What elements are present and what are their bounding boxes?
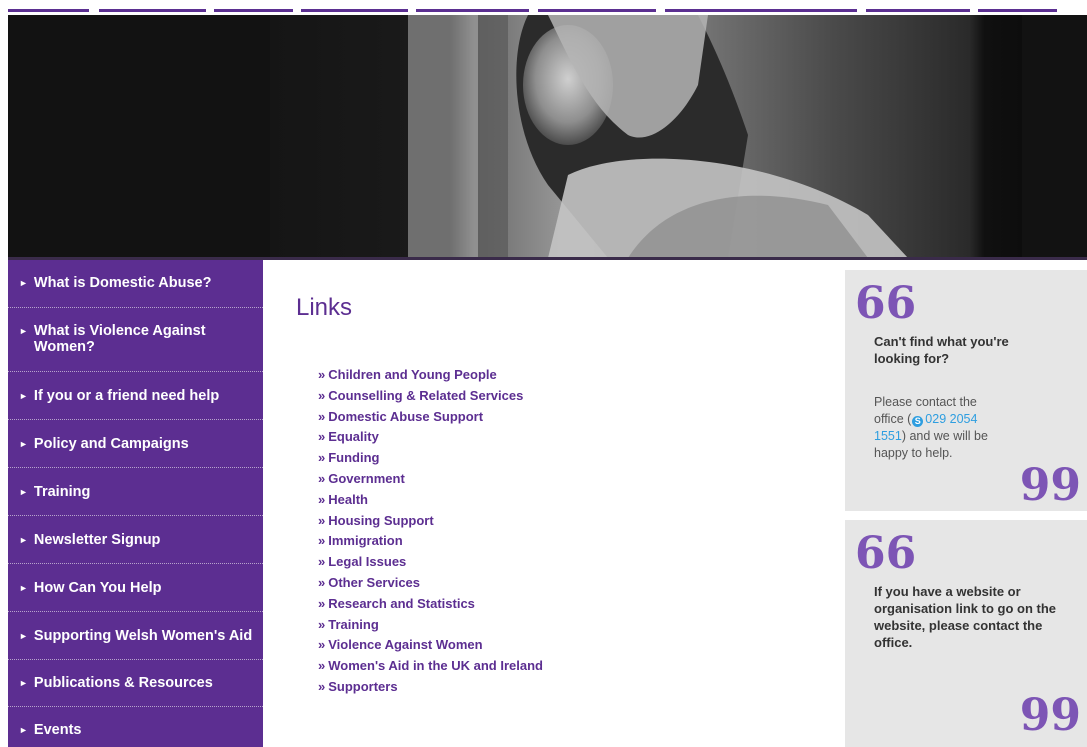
raquo-icon: » [318, 387, 326, 403]
top-nav [0, 0, 1087, 14]
quote-body: Please contact the office (S 029 2054 155… [874, 395, 988, 460]
link-item[interactable]: » Supporters [318, 677, 543, 698]
triangle-right-icon: ► [19, 487, 28, 497]
link-item[interactable]: » Counselling & Related Services [318, 386, 543, 407]
link-item[interactable]: » Housing Support [318, 511, 543, 532]
sidebar-item-policy-campaigns[interactable]: ► Policy and Campaigns [8, 420, 263, 468]
nav-tab[interactable] [538, 0, 656, 12]
skype-icon: S [912, 416, 924, 427]
website-link-quote-box: 66 If you have a website or organisation… [845, 520, 1087, 747]
sidebar-nav: ► What is Domestic Abuse? ► What is Violen… [8, 260, 263, 747]
hero-banner-image [8, 15, 1087, 258]
sidebar-item-how-can-you-help[interactable]: ► How Can You Help [8, 564, 263, 612]
link-item[interactable]: » Research and Statistics [318, 594, 543, 615]
close-quote-icon: 99 [1019, 460, 1081, 511]
raquo-icon: » [318, 658, 326, 674]
raquo-icon: » [318, 554, 326, 570]
link-label: Funding [328, 450, 380, 466]
triangle-right-icon: ► [19, 631, 28, 641]
nav-tab[interactable] [866, 0, 970, 12]
raquo-icon: » [318, 616, 326, 632]
links-list: » Children and Young People» Counselling &… [318, 365, 543, 698]
link-item[interactable]: » Equality [318, 427, 543, 448]
link-label: Legal Issues [328, 554, 407, 570]
quote-heading: If you have a website or organisation li… [874, 584, 1056, 650]
link-label: Research and Statistics [328, 595, 475, 611]
link-item[interactable]: » Health [318, 490, 543, 511]
raquo-icon: » [318, 574, 326, 590]
triangle-right-icon: ► [19, 391, 28, 401]
raquo-icon: » [318, 491, 326, 507]
quote-heading: Can't find what you're looking for? [874, 334, 1009, 366]
raquo-icon: » [318, 533, 326, 549]
raquo-icon: » [318, 470, 326, 486]
link-label: Government [328, 470, 405, 486]
triangle-right-icon: ► [19, 278, 28, 288]
link-label: Violence Against Women [328, 637, 483, 653]
nav-tab[interactable] [8, 0, 89, 12]
link-label: Training [328, 616, 379, 632]
link-label: Counselling & Related Services [328, 387, 524, 403]
link-item[interactable]: » Legal Issues [318, 552, 543, 573]
triangle-right-icon: ► [19, 326, 28, 336]
link-label: Health [328, 491, 368, 507]
raquo-icon: » [318, 512, 326, 528]
nav-tab[interactable] [416, 0, 529, 12]
nav-tab[interactable] [301, 0, 408, 12]
sidebar-item-publications[interactable]: ► Publications & Resources [8, 660, 263, 707]
link-item[interactable]: » Training [318, 615, 543, 636]
sidebar-item-events[interactable]: ► Events [8, 707, 263, 747]
triangle-right-icon: ► [19, 439, 28, 449]
sidebar-item-supporting-wwa[interactable]: ► Supporting Welsh Women's Aid [8, 612, 263, 660]
raquo-icon: » [318, 678, 326, 694]
link-item[interactable]: » Women's Aid in the UK and Ireland [318, 656, 543, 677]
raquo-icon: » [318, 637, 326, 653]
help-quote-box: 66 Can't find what you're looking for? P… [845, 270, 1087, 511]
open-quote-icon: 66 [855, 278, 917, 329]
link-label: Children and Young People [328, 367, 497, 382]
open-quote-icon: 66 [855, 528, 917, 579]
triangle-right-icon: ► [19, 583, 28, 593]
raquo-icon: » [318, 595, 326, 611]
link-item[interactable]: » Immigration [318, 531, 543, 552]
page-title: Links [296, 294, 353, 321]
raquo-icon: » [318, 408, 326, 424]
link-item[interactable]: » Funding [318, 448, 543, 469]
link-label: Supporters [328, 678, 398, 694]
sidebar-item-newsletter-signup[interactable]: ► Newsletter Signup [8, 516, 263, 564]
sidebar-item-domestic-abuse[interactable]: ► What is Domestic Abuse? [8, 260, 263, 308]
link-item[interactable]: » Violence Against Women [318, 635, 543, 656]
sidebar-item-training[interactable]: ► Training [8, 468, 263, 516]
link-item[interactable]: » Government [318, 469, 543, 490]
nav-tab[interactable] [99, 0, 206, 12]
raquo-icon: » [318, 367, 326, 382]
link-item[interactable]: » Domestic Abuse Support [318, 407, 543, 428]
nav-tab[interactable] [665, 0, 857, 12]
link-label: Equality [328, 429, 379, 445]
raquo-icon: » [318, 429, 326, 445]
link-label: Other Services [328, 574, 421, 590]
link-label: Housing Support [328, 512, 434, 528]
link-item[interactable]: » Other Services [318, 573, 543, 594]
link-item[interactable]: » Children and Young People [318, 365, 543, 386]
link-label: Immigration [328, 533, 403, 549]
raquo-icon: » [318, 450, 326, 466]
sidebar-item-violence-against-women[interactable]: ► What is Violence Against Women? [8, 308, 263, 372]
link-label: Women's Aid in the UK and Ireland [328, 658, 543, 674]
nav-tab[interactable] [978, 0, 1057, 12]
triangle-right-icon: ► [19, 678, 28, 688]
sidebar-item-need-help[interactable]: ► If you or a friend need help [8, 372, 263, 420]
link-label: Domestic Abuse Support [328, 408, 484, 424]
triangle-right-icon: ► [19, 535, 28, 545]
close-quote-icon: 99 [1019, 690, 1081, 741]
nav-tab[interactable] [214, 0, 293, 12]
triangle-right-icon: ► [19, 725, 28, 735]
